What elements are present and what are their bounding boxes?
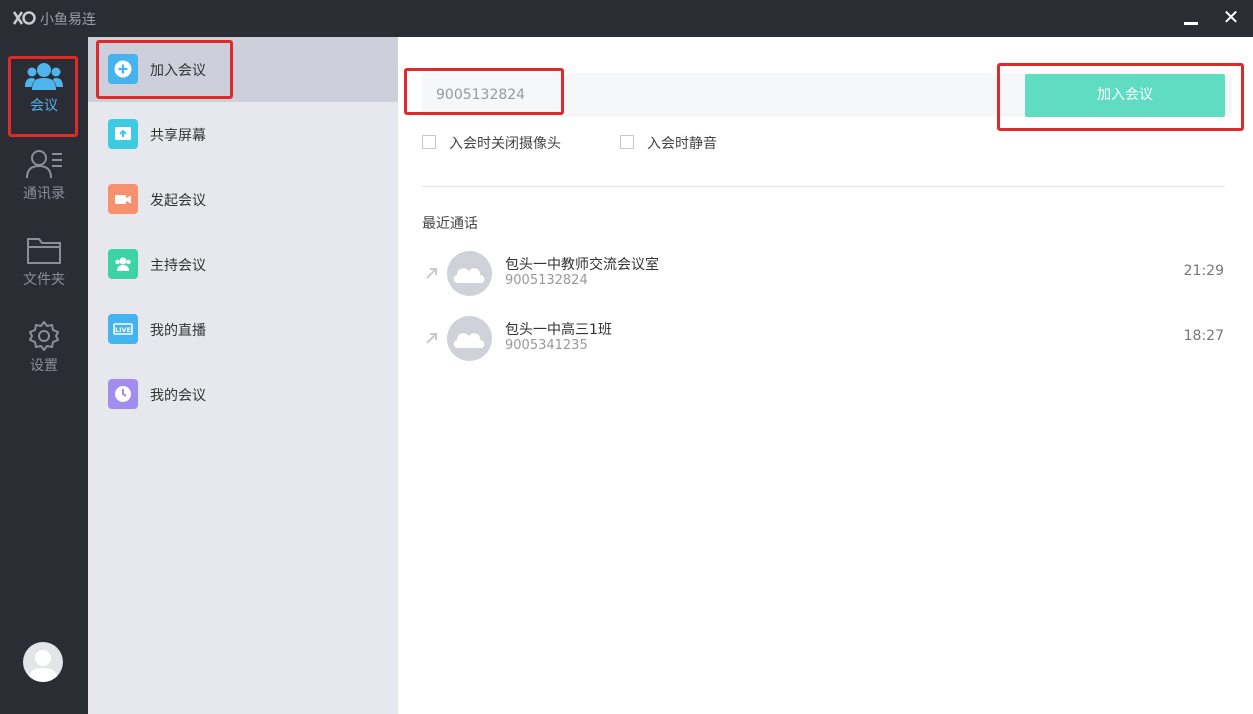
outgoing-arrow-icon bbox=[426, 268, 437, 279]
cloud-room-avatar bbox=[447, 316, 492, 361]
submenu-label: 我的直播 bbox=[150, 323, 206, 339]
call-name: 包头一中教师交流会议室 bbox=[505, 257, 659, 273]
submenu-item-join-meeting[interactable]: 加入会议 bbox=[88, 37, 398, 102]
minimize-button[interactable] bbox=[1178, 6, 1204, 32]
submenu-item-my-live[interactable]: LIVE 我的直播 bbox=[88, 297, 398, 362]
outgoing-arrow-icon bbox=[426, 333, 437, 344]
divider bbox=[422, 186, 1225, 187]
submenu-label: 共享屏幕 bbox=[150, 128, 206, 144]
recent-call-row[interactable]: 包头一中教师交流会议室 9005132824 21:29 bbox=[422, 251, 1232, 303]
nav-label-folders: 文件夹 bbox=[23, 272, 65, 288]
call-name: 包头一中高三1班 bbox=[505, 322, 612, 338]
submenu-item-host-meeting[interactable]: 主持会议 bbox=[88, 232, 398, 297]
gear-icon bbox=[29, 321, 59, 351]
nav-item-contacts[interactable]: 通讯录 bbox=[0, 149, 88, 233]
nav-label-settings: 设置 bbox=[30, 358, 58, 374]
cloud-icon bbox=[453, 268, 485, 283]
video-camera-icon bbox=[108, 184, 138, 214]
nav-label-contacts: 通讯录 bbox=[23, 186, 65, 202]
nav-item-meeting[interactable]: 会议 bbox=[0, 61, 88, 145]
meeting-people-icon bbox=[25, 63, 63, 90]
cloud-icon bbox=[453, 333, 485, 348]
camera-off-checkbox[interactable] bbox=[422, 135, 436, 149]
title-bar: 小鱼易连 ✕ bbox=[0, 0, 1253, 37]
submenu-label: 主持会议 bbox=[150, 258, 206, 274]
call-time: 18:27 bbox=[1183, 328, 1224, 344]
submenu-item-start-meeting[interactable]: 发起会议 bbox=[88, 167, 398, 232]
join-meeting-panel: 加入会议 入会时关闭摄像头 入会时静音 最近通话 包头一中教师交流会议室 900… bbox=[398, 37, 1253, 714]
submenu-label: 加入会议 bbox=[150, 63, 206, 79]
call-number: 9005132824 bbox=[505, 273, 588, 288]
user-avatar[interactable] bbox=[23, 642, 63, 682]
recent-calls-title: 最近通话 bbox=[422, 216, 478, 232]
submenu-item-share-screen[interactable]: 共享屏幕 bbox=[88, 102, 398, 167]
join-meeting-button[interactable]: 加入会议 bbox=[1025, 74, 1225, 117]
call-time: 21:29 bbox=[1183, 263, 1224, 279]
user-avatar-icon bbox=[28, 650, 58, 682]
live-icon: LIVE bbox=[108, 314, 138, 344]
nav-item-settings[interactable]: 设置 bbox=[0, 321, 88, 405]
submenu-label: 我的会议 bbox=[150, 388, 206, 404]
contacts-icon bbox=[26, 150, 62, 179]
host-users-icon bbox=[108, 249, 138, 279]
meeting-submenu: 加入会议 共享屏幕 发起会议 主持会议 LIVE 我的直播 我的会议 bbox=[88, 37, 398, 714]
nav-label-meeting: 会议 bbox=[30, 98, 58, 114]
svg-text:LIVE: LIVE bbox=[115, 326, 131, 334]
app-logo-icon bbox=[12, 11, 36, 25]
submenu-label: 发起会议 bbox=[150, 193, 206, 209]
mute-checkbox[interactable] bbox=[620, 135, 634, 149]
app-title: 小鱼易连 bbox=[40, 12, 96, 28]
recent-call-row[interactable]: 包头一中高三1班 9005341235 18:27 bbox=[422, 316, 1232, 368]
call-number: 9005341235 bbox=[505, 338, 588, 353]
option-label: 入会时静音 bbox=[647, 136, 717, 152]
share-screen-icon bbox=[108, 119, 138, 149]
submenu-item-my-meetings[interactable]: 我的会议 bbox=[88, 362, 398, 427]
folder-icon bbox=[27, 238, 61, 264]
cloud-room-avatar bbox=[447, 251, 492, 296]
option-label: 入会时关闭摄像头 bbox=[449, 136, 561, 152]
meeting-id-input[interactable] bbox=[436, 85, 996, 105]
minimize-icon bbox=[1184, 22, 1198, 25]
close-button[interactable]: ✕ bbox=[1218, 6, 1244, 32]
clock-icon bbox=[108, 379, 138, 409]
nav-item-folders[interactable]: 文件夹 bbox=[0, 235, 88, 319]
plus-circle-icon bbox=[108, 54, 138, 84]
main-nav: 会议 通讯录 文件夹 设置 bbox=[0, 37, 88, 714]
